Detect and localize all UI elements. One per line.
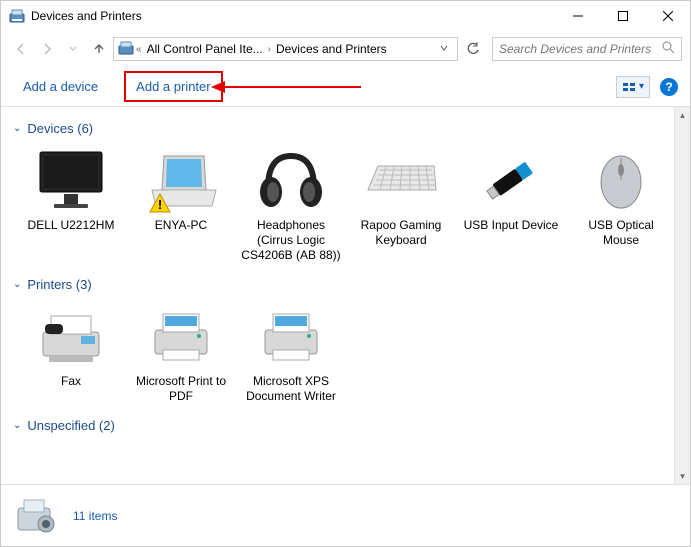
printer-label: Microsoft Print to PDF bbox=[131, 374, 231, 404]
device-mouse[interactable]: USB Optical Mouse bbox=[571, 144, 671, 263]
headphones-icon bbox=[251, 144, 331, 216]
breadcrumb-dropdown[interactable] bbox=[435, 42, 453, 56]
minimize-button[interactable] bbox=[555, 1, 600, 31]
back-button[interactable] bbox=[9, 37, 33, 61]
device-keyboard[interactable]: Rapoo Gaming Keyboard bbox=[351, 144, 451, 263]
titlebar: Devices and Printers bbox=[1, 1, 690, 31]
refresh-button[interactable] bbox=[462, 37, 484, 61]
printer-label: Microsoft XPS Document Writer bbox=[241, 374, 341, 404]
up-button[interactable] bbox=[87, 37, 111, 61]
breadcrumb-segment[interactable]: Devices and Printers bbox=[273, 42, 390, 56]
window-controls bbox=[555, 1, 690, 31]
command-toolbar: Add a device Add a printer ▾ ? bbox=[1, 67, 690, 107]
window-title: Devices and Printers bbox=[31, 9, 555, 23]
navigation-bar: « All Control Panel Ite... › Devices and… bbox=[1, 31, 690, 67]
chevron-icon: « bbox=[136, 44, 142, 55]
laptop-icon: ! bbox=[141, 144, 221, 216]
group-title: Printers (3) bbox=[27, 277, 91, 292]
svg-text:!: ! bbox=[158, 197, 162, 212]
monitor-icon bbox=[31, 144, 111, 216]
scroll-up-icon[interactable]: ▴ bbox=[675, 107, 690, 123]
devices-items: DELL U2212HM ! ENYA-PC Headphones (Cirru… bbox=[13, 144, 678, 271]
printers-items: Fax Microsoft Print to PDF Microsoft XPS… bbox=[13, 300, 678, 412]
close-button[interactable] bbox=[645, 1, 690, 31]
vertical-scrollbar[interactable]: ▴ ▾ bbox=[674, 107, 690, 484]
forward-button[interactable] bbox=[35, 37, 59, 61]
content-area: ▴ ▾ ⌄ Devices (6) DELL U2212HM ! ENYA-PC bbox=[1, 107, 690, 484]
chevron-right-icon: › bbox=[268, 44, 271, 55]
devices-printers-icon bbox=[9, 8, 25, 24]
annotation-arrow bbox=[211, 85, 361, 89]
group-header-unspecified[interactable]: ⌄ Unspecified (2) bbox=[13, 412, 678, 441]
printer-icon bbox=[141, 300, 221, 372]
fax-icon bbox=[31, 300, 111, 372]
printer-pdf[interactable]: Microsoft Print to PDF bbox=[131, 300, 231, 404]
maximize-button[interactable] bbox=[600, 1, 645, 31]
chevron-down-icon: ⌄ bbox=[13, 279, 21, 290]
printer-fax[interactable]: Fax bbox=[21, 300, 121, 404]
search-input[interactable] bbox=[499, 42, 662, 56]
help-button[interactable]: ? bbox=[660, 78, 678, 96]
devices-printers-icon bbox=[118, 40, 134, 59]
device-label: USB Input Device bbox=[464, 218, 559, 233]
usb-drive-icon bbox=[471, 144, 551, 216]
view-mode-button[interactable]: ▾ bbox=[616, 76, 650, 98]
scroll-down-icon[interactable]: ▾ bbox=[675, 468, 690, 484]
printer-label: Fax bbox=[61, 374, 81, 389]
printer-xps[interactable]: Microsoft XPS Document Writer bbox=[241, 300, 341, 404]
device-monitor[interactable]: DELL U2212HM bbox=[21, 144, 121, 263]
device-label: DELL U2212HM bbox=[28, 218, 115, 233]
device-label: USB Optical Mouse bbox=[571, 218, 671, 248]
status-count: 11 items bbox=[73, 509, 117, 523]
device-label: Headphones (Cirrus Logic CS4206B (AB 88)… bbox=[241, 218, 341, 263]
group-title: Unspecified (2) bbox=[27, 418, 114, 433]
group-title: Devices (6) bbox=[27, 121, 93, 136]
recent-dropdown[interactable] bbox=[61, 37, 85, 61]
device-computer[interactable]: ! ENYA-PC bbox=[131, 144, 231, 263]
group-header-printers[interactable]: ⌄ Printers (3) bbox=[13, 271, 678, 300]
warning-icon: ! bbox=[149, 193, 171, 216]
status-thumbnail-icon bbox=[13, 492, 61, 540]
status-bar: 11 items bbox=[1, 484, 690, 546]
breadcrumb-segment[interactable]: All Control Panel Ite... bbox=[144, 42, 266, 56]
chevron-down-icon: ⌄ bbox=[13, 123, 21, 134]
mouse-icon bbox=[581, 144, 661, 216]
device-headphones[interactable]: Headphones (Cirrus Logic CS4206B (AB 88)… bbox=[241, 144, 341, 263]
add-device-button[interactable]: Add a device bbox=[13, 73, 108, 100]
device-label: Rapoo Gaming Keyboard bbox=[351, 218, 451, 248]
device-usb[interactable]: USB Input Device bbox=[461, 144, 561, 263]
printer-icon bbox=[251, 300, 331, 372]
add-printer-button[interactable]: Add a printer bbox=[124, 71, 222, 102]
device-label: ENYA-PC bbox=[155, 218, 207, 233]
breadcrumb[interactable]: « All Control Panel Ite... › Devices and… bbox=[113, 37, 458, 61]
search-box[interactable] bbox=[492, 37, 682, 61]
chevron-down-icon: ⌄ bbox=[13, 420, 21, 431]
group-header-devices[interactable]: ⌄ Devices (6) bbox=[13, 115, 678, 144]
keyboard-icon bbox=[361, 144, 441, 216]
search-icon bbox=[662, 41, 675, 57]
